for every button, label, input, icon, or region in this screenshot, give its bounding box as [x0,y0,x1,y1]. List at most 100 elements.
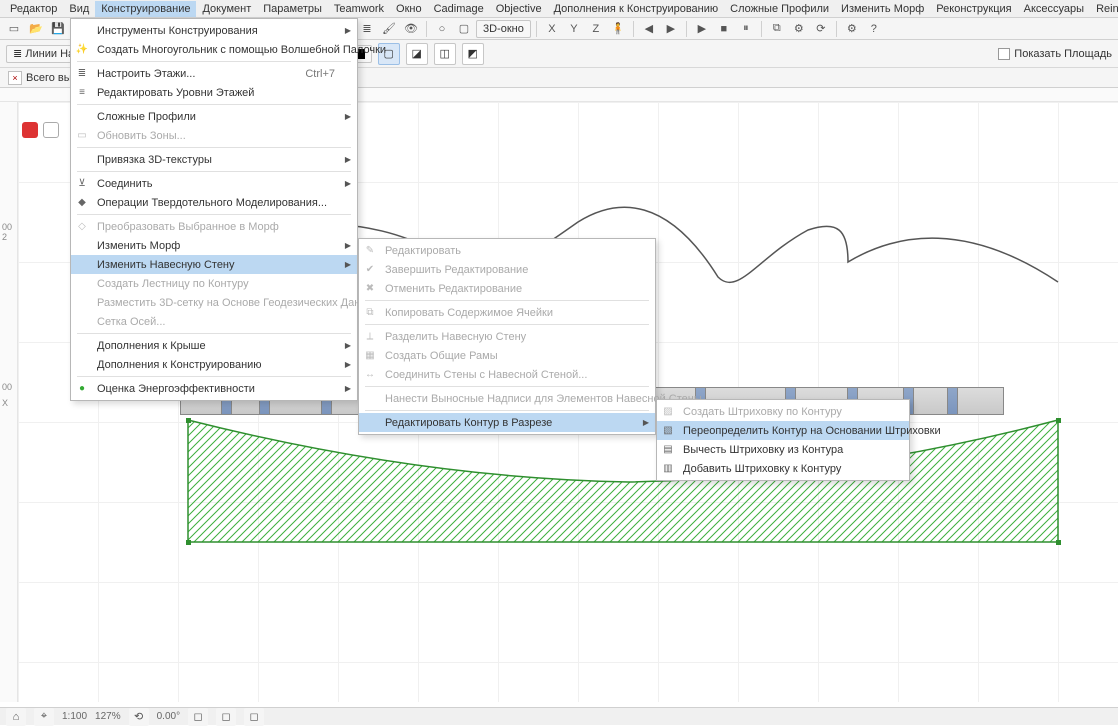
sb-icon-1[interactable]: ⌂ [6,708,26,726]
mi-cw-split: ⟂Разделить Навесную Стену [359,327,655,346]
menu-cadimage[interactable]: Cadimage [428,1,490,17]
mi-edit-levels[interactable]: ≡Редактировать Уровни Этажей [71,83,357,102]
sb-icon-6[interactable]: ◻ [244,708,264,726]
tb-paint[interactable]: 🖌 [379,20,399,38]
mi-stories[interactable]: ≣Настроить Этажи...Ctrl+7 [71,64,357,83]
menu-profiles[interactable]: Сложные Профили [724,1,835,17]
tb-axis-y[interactable]: Y [564,20,584,38]
mi-grid-axes: Сетка Осей... [71,312,357,331]
tb-play[interactable]: ▶ [692,20,712,38]
sb-icon-4[interactable]: ◻ [188,708,208,726]
split-icon: ⟂ [363,329,377,343]
mi-roof-extras[interactable]: Дополнения к Крыше [71,336,357,355]
mi-design-extras[interactable]: Дополнения к Конструированию [71,355,357,374]
menu-accessories[interactable]: Аксессуары [1018,1,1090,17]
mi-cw-edit-contour[interactable]: Редактировать Контур в Разрезе [359,413,655,432]
frame-icon: ▦ [363,348,377,362]
tb-person[interactable]: 🧍 [608,20,628,38]
mi-cw-frames: ▦Создать Общие Рамы [359,346,655,365]
mi-mesh-from-survey: Разместить 3D-сетку на Основе Геодезичес… [71,293,357,312]
tb-pause[interactable]: ⏸ [736,20,756,38]
tb-arr-r[interactable]: ▶ [661,20,681,38]
mi-hatch-redefine[interactable]: ▧Переопределить Контур на Основании Штри… [657,421,909,440]
tb-sync[interactable]: ⟳ [811,20,831,38]
mi-stair-by-contour: Создать Лестницу по Контуру [71,274,357,293]
show-area-toggle[interactable]: Показать Площадь [998,48,1112,60]
mi-energy[interactable]: ●Оценка Энергоэффективности [71,379,357,398]
sb-zoom[interactable]: 1:100 [62,711,87,722]
menu-params[interactable]: Параметры [257,1,328,17]
tb-help[interactable]: ? [864,20,884,38]
menu-teamwork[interactable]: Teamwork [328,1,390,17]
mi-hatch-subtract[interactable]: ▤Вычесть Штриховку из Контура [657,440,909,459]
tb-layer[interactable]: ≣ [357,20,377,38]
tb-circle[interactable]: ○ [432,20,452,38]
mi-update-zones: ▭Обновить Зоны... [71,126,357,145]
status-bar: ⌂ ⌖ 1:100 127% ⟲ 0.00° ◻ ◻ ◻ [0,707,1118,725]
menu-design[interactable]: Конструирование [95,1,196,17]
mi-cw-labels: Нанести Выносные Надписи для Элементов Н… [359,389,655,408]
layer-icon: ≣ [13,47,22,60]
tb-gear[interactable]: ⚙ [842,20,862,38]
mi-modify-morph[interactable]: Изменить Морф [71,236,357,255]
mi-hatch-new: ▨Создать Штриховку по Контуру [657,402,909,421]
show-area-label: Показать Площадь [1014,48,1112,60]
sb-icon-3[interactable]: ⟲ [129,708,149,726]
tb-save[interactable]: 💾 [48,20,68,38]
tb-square[interactable]: ▢ [454,20,474,38]
menu-document[interactable]: Документ [196,1,257,17]
hatch-new-icon: ▨ [661,404,675,418]
sep [426,21,427,37]
menu-redactor[interactable]: Редактор [4,1,63,17]
sb-icon-2[interactable]: ⌖ [34,708,54,726]
tb-3d-label[interactable]: 3D-окно [476,20,531,38]
geom-mode-2[interactable]: ◪ [406,43,428,65]
menu-extras[interactable]: Дополнения к Конструированию [548,1,725,17]
mi-complex-profiles[interactable]: Сложные Профили [71,107,357,126]
copy-icon: ⧉ [363,305,377,319]
menu-morph[interactable]: Изменить Морф [835,1,930,17]
panel-close[interactable]: × [8,71,22,85]
mi-hatch-add[interactable]: ▥Добавить Штриховку к Контуру [657,459,909,478]
menu-recon[interactable]: Реконструкция [930,1,1017,17]
checkbox-icon [998,48,1010,60]
tb-axis-x[interactable]: X [542,20,562,38]
mi-magic-poly[interactable]: ✨Создать Многоугольник с помощью Волшебн… [71,40,357,59]
mi-connect[interactable]: ⊻Соединить [71,174,357,193]
edit-icon: ✎ [363,243,377,257]
sep [761,21,762,37]
tb-open[interactable]: 📂 [26,20,46,38]
joinw-icon: ↔ [363,367,377,381]
hatch-redef-icon: ▧ [661,423,675,437]
menu-reinforce[interactable]: Reinforcement [1090,1,1118,17]
tb-arr-l[interactable]: ◀ [639,20,659,38]
tb-file[interactable]: ▭ [4,20,24,38]
mi-cw-joinwalls: ↔Соединить Стены с Навесной Стеной... [359,365,655,384]
ruler-tick: 2 [2,232,7,242]
tb-copy[interactable]: ⧉ [767,20,787,38]
sep [836,21,837,37]
sb-angle[interactable]: 127% [95,711,121,722]
tb-stop[interactable]: ■ [714,20,734,38]
menu-objective[interactable]: Objective [490,1,548,17]
tb-settings[interactable]: ⚙ [789,20,809,38]
zone-icon: ▭ [75,128,89,142]
sb-icon-5[interactable]: ◻ [216,708,236,726]
menu-window[interactable]: Окно [390,1,428,17]
geom-mode-4[interactable]: ◩ [462,43,484,65]
menu-view[interactable]: Вид [63,1,95,17]
mi-convert-morph: ◇Преобразовать Выбранное в Морф [71,217,357,236]
menubar: Редактор Вид Конструирование Документ Па… [0,0,1118,18]
geom-mode-3[interactable]: ◫ [434,43,456,65]
levels-icon: ≡ [75,85,89,99]
ruler-vertical: 00 2 00 X [0,102,18,702]
mi-tools[interactable]: Инструменты Конструирования [71,21,357,40]
sep [686,21,687,37]
hatch-sub-icon: ▤ [661,442,675,456]
mi-3d-texture[interactable]: Привязка 3D-текстуры [71,150,357,169]
tb-eye[interactable]: 👁 [401,20,421,38]
mi-modify-curtain-wall[interactable]: Изменить Навесную Стену [71,255,357,274]
energy-icon: ● [75,381,89,395]
mi-solid-ops[interactable]: ◆Операции Твердотельного Моделирования..… [71,193,357,212]
tb-axis-z[interactable]: Z [586,20,606,38]
